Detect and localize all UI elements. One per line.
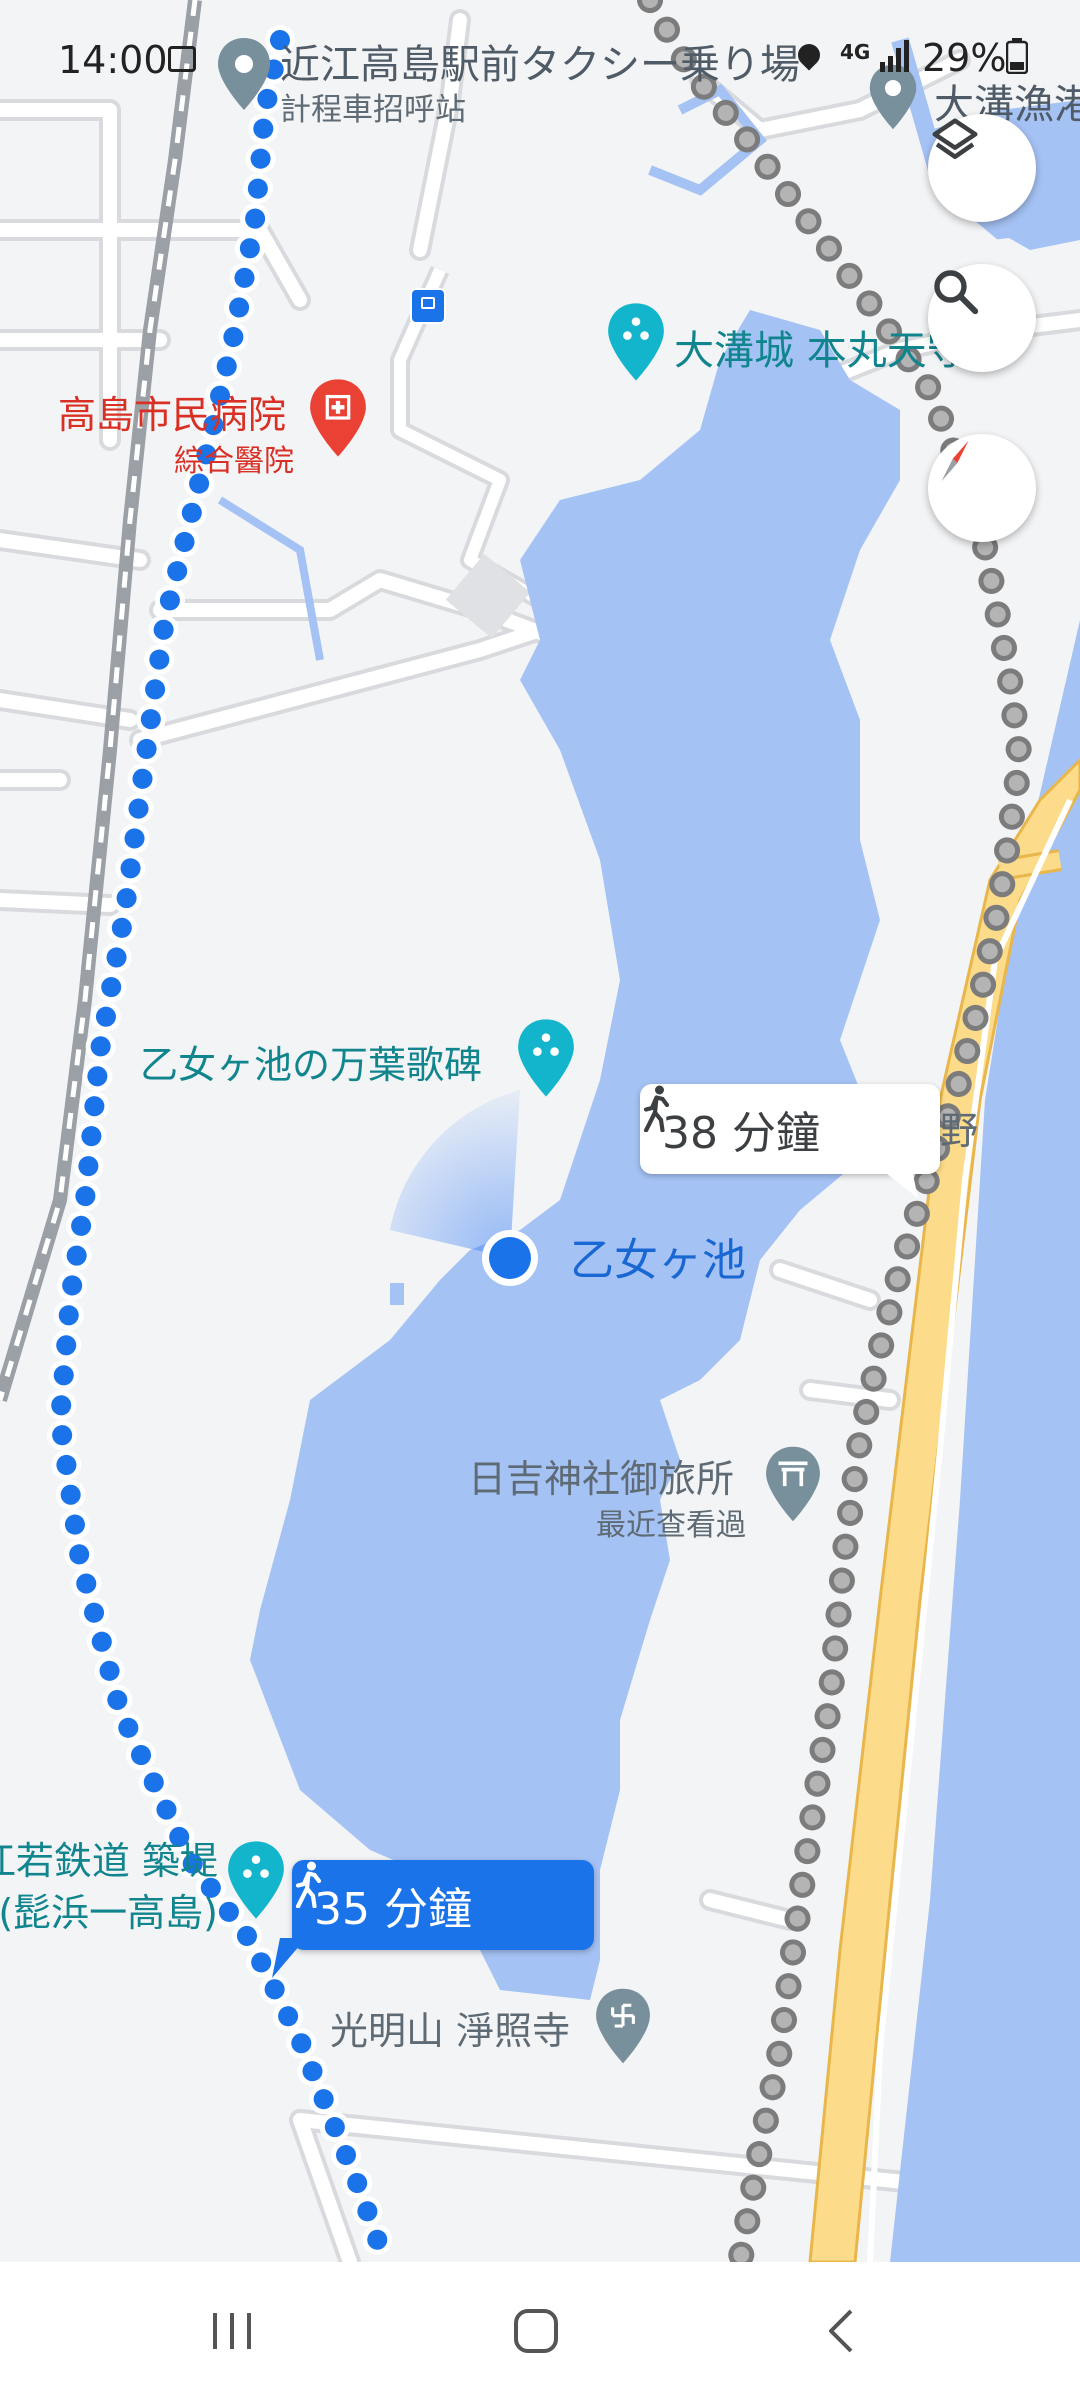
network-type: 4G xyxy=(840,40,871,64)
poi-name: 高島市民病院 xyxy=(58,393,287,437)
walk-icon xyxy=(295,1861,322,1908)
search-icon xyxy=(934,270,979,315)
shrine-icon xyxy=(766,1446,820,1522)
poi-hospital[interactable]: 高島市民病院 綜合醫院 xyxy=(58,379,388,484)
location-status-icon xyxy=(793,39,825,71)
recents-button[interactable] xyxy=(152,2262,312,2400)
home-button[interactable] xyxy=(456,2262,616,2400)
landmark-icon xyxy=(518,1019,574,1097)
recents-icon xyxy=(213,2313,251,2349)
route-duration: 35 分鐘 xyxy=(314,1884,472,1935)
route-duration: 38 分鐘 xyxy=(662,1108,820,1159)
bus-stop-icon[interactable] xyxy=(410,288,446,324)
poi-subtitle: 綜合醫院 xyxy=(174,444,294,479)
back-button[interactable] xyxy=(760,2262,920,2400)
battery-level: 29% xyxy=(922,36,1007,80)
route-bubble-primary[interactable]: 35 分鐘 xyxy=(292,1860,594,1950)
system-nav-bar xyxy=(0,2262,1080,2400)
poi-name: 日吉神社御旅所 xyxy=(468,1457,735,1501)
back-icon xyxy=(829,2309,853,2353)
status-time: 14:00 xyxy=(58,38,168,82)
signal-icon xyxy=(880,40,909,72)
temple-icon xyxy=(596,1988,650,2064)
route-bubble-alternative[interactable]: 38 分鐘 xyxy=(640,1084,940,1174)
search-button[interactable] xyxy=(928,264,1036,372)
poi-temple[interactable]: 光明山 淨照寺 xyxy=(330,1986,660,2076)
home-icon xyxy=(514,2309,558,2353)
poi-subtitle: 最近查看過 xyxy=(596,1508,746,1543)
landmark-icon xyxy=(608,303,664,381)
gallery-notification-icon xyxy=(168,46,196,72)
poi-railway-site[interactable]: 江若鉄道 築堤 (髭浜一高島) xyxy=(0,1830,290,1940)
water-label-pond[interactable]: 乙女ヶ池 xyxy=(570,1224,746,1288)
walk-icon xyxy=(643,1085,670,1132)
hospital-icon xyxy=(310,379,366,457)
poi-name-line1: 江若鉄道 築堤 xyxy=(0,1839,218,1883)
layers-button[interactable] xyxy=(928,114,1036,222)
bubble-pointer xyxy=(272,1938,306,1978)
poi-shrine[interactable]: 日吉神社御旅所 最近查看過 xyxy=(468,1444,828,1544)
poi-name: 光明山 淨照寺 xyxy=(330,2009,571,2053)
poi-name-line2: (髭浜一高島) xyxy=(0,1891,218,1935)
landmark-icon xyxy=(228,1841,284,1919)
compass-icon xyxy=(941,440,969,482)
map-canvas[interactable]: 近江高島駅前タクシー乗り場 計程車招呼站 大溝漁港 高島市民病院 綜合醫院 大溝… xyxy=(0,0,1080,2262)
battery-icon xyxy=(1006,38,1028,74)
poi-name: 乙女ヶ池の万葉歌碑 xyxy=(140,1043,483,1087)
compass-button[interactable] xyxy=(928,434,1036,542)
status-bar: 14:00 4G 29% xyxy=(0,0,1080,110)
layers-icon xyxy=(932,118,978,159)
bubble-pointer xyxy=(882,1170,918,1198)
poi-monument[interactable]: 乙女ヶ池の万葉歌碑 xyxy=(140,1012,580,1102)
